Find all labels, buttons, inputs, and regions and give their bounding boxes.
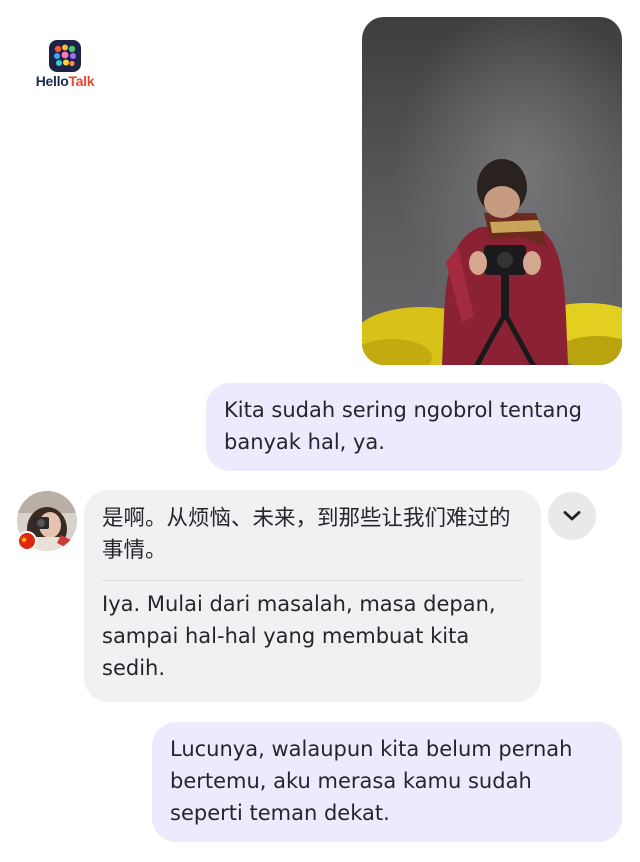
sent-message-bubble[interactable]: Kita sudah sering ngobrol tentang banyak… xyxy=(206,383,622,471)
hellotalk-wordmark: HelloTalk xyxy=(35,73,95,89)
photo-message[interactable] xyxy=(362,17,622,365)
message-text: Lucunya, walaupun kita belum pernah bert… xyxy=(170,737,573,825)
expand-options-button[interactable] xyxy=(548,492,596,540)
message-text: Kita sudah sering ngobrol tentang banyak… xyxy=(224,398,583,454)
received-message-bubble[interactable]: 是啊。从烦恼、未来，到那些让我们难过的事情。 Iya. Mulai dari m… xyxy=(84,490,541,702)
hellotalk-logo: HelloTalk xyxy=(32,40,98,89)
sent-message-bubble-2[interactable]: Lucunya, walaupun kita belum pernah bert… xyxy=(152,722,622,842)
translated-message-text: Iya. Mulai dari masalah, masa depan, sam… xyxy=(102,592,496,680)
original-message-text: 是啊。从烦恼、未来，到那些让我们难过的事情。 xyxy=(102,506,511,563)
hellotalk-logo-icon xyxy=(49,40,81,72)
china-flag-icon xyxy=(17,531,37,551)
sender-avatar[interactable] xyxy=(17,491,77,551)
chevron-down-icon xyxy=(563,511,581,521)
translation-divider xyxy=(102,580,523,581)
